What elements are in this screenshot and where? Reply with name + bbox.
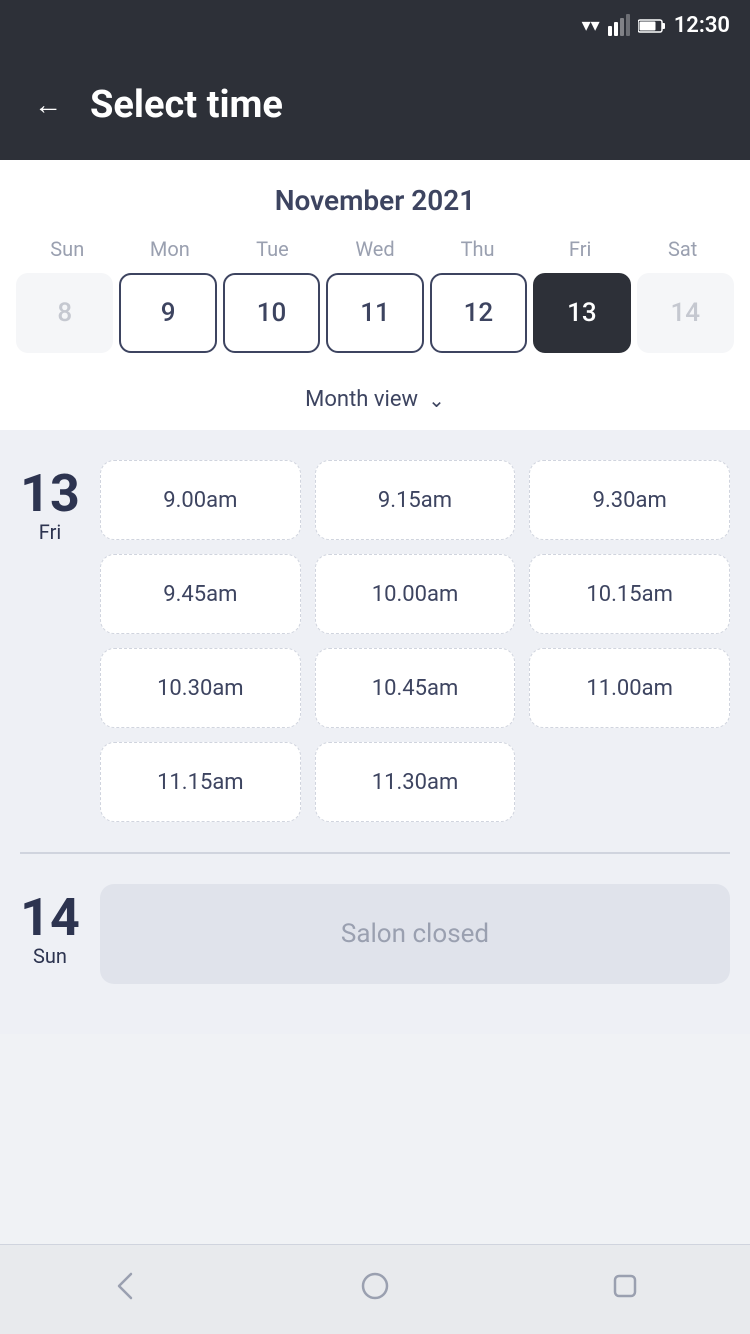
weekday-fri: Fri <box>529 237 632 261</box>
back-button[interactable]: ← <box>30 85 66 125</box>
weekday-thu: Thu <box>426 237 529 261</box>
time-slot-930am[interactable]: 9.30am <box>529 460 730 540</box>
recents-nav-button[interactable] <box>607 1268 643 1312</box>
date-9[interactable]: 9 <box>119 273 216 353</box>
time-slot-1045am[interactable]: 10.45am <box>315 648 516 728</box>
month-view-toggle[interactable]: Month view ⌄ <box>16 369 734 430</box>
status-bar: ▾▾ 12:30 <box>0 0 750 50</box>
time-slot-1115am[interactable]: 11.15am <box>100 742 301 822</box>
battery-icon <box>638 15 666 36</box>
time-slots-grid-13: 9.00am 9.15am 9.30am 9.45am 10.00am 10.1… <box>100 460 730 822</box>
day-name-14: Sun <box>33 944 67 968</box>
time-slot-1015am[interactable]: 10.15am <box>529 554 730 634</box>
header: ← Select time <box>0 50 750 160</box>
date-10[interactable]: 10 <box>223 273 320 353</box>
day-label-14: 14 Sun <box>20 884 80 984</box>
month-view-label: Month view <box>305 387 418 412</box>
day-number-14: 14 <box>20 892 80 944</box>
time-slot-915am[interactable]: 9.15am <box>315 460 516 540</box>
weekday-wed: Wed <box>324 237 427 261</box>
status-time: 12:30 <box>674 13 730 38</box>
date-12[interactable]: 12 <box>430 273 527 353</box>
signal-icon <box>608 14 630 36</box>
dates-row: 8 9 10 11 12 13 14 <box>16 273 734 353</box>
salon-closed-box: Salon closed <box>100 884 730 984</box>
salon-closed-label: Salon closed <box>341 919 489 949</box>
day-name-13: Fri <box>39 520 61 544</box>
month-title: November 2021 <box>16 184 734 217</box>
time-slot-1000am[interactable]: 10.00am <box>315 554 516 634</box>
day-number-13: 13 <box>20 468 80 520</box>
date-14[interactable]: 14 <box>637 273 734 353</box>
date-13[interactable]: 13 <box>533 273 630 353</box>
date-11[interactable]: 11 <box>326 273 423 353</box>
day-divider <box>20 852 730 854</box>
date-8[interactable]: 8 <box>16 273 113 353</box>
calendar-section: November 2021 Sun Mon Tue Wed Thu Fri Sa… <box>0 160 750 430</box>
time-slot-1130am[interactable]: 11.30am <box>315 742 516 822</box>
back-nav-button[interactable] <box>107 1268 143 1312</box>
status-icons: ▾▾ 12:30 <box>582 13 730 38</box>
time-slot-1030am[interactable]: 10.30am <box>100 648 301 728</box>
weekdays-row: Sun Mon Tue Wed Thu Fri Sat <box>16 237 734 261</box>
time-slot-900am[interactable]: 9.00am <box>100 460 301 540</box>
day-block-13: 13 Fri 9.00am 9.15am 9.30am 9.45am 10.00… <box>20 460 730 822</box>
day-label-13: 13 Fri <box>20 460 80 822</box>
home-nav-button[interactable] <box>357 1268 393 1312</box>
header-title: Select time <box>90 83 283 127</box>
day-block-14: 14 Sun Salon closed <box>20 884 730 984</box>
weekday-sat: Sat <box>631 237 734 261</box>
time-section: 13 Fri 9.00am 9.15am 9.30am 9.45am 10.00… <box>0 430 750 1034</box>
weekday-tue: Tue <box>221 237 324 261</box>
bottom-nav <box>0 1244 750 1334</box>
wifi-icon: ▾▾ <box>582 15 600 36</box>
weekday-sun: Sun <box>16 237 119 261</box>
time-slot-945am[interactable]: 9.45am <box>100 554 301 634</box>
time-slot-1100am[interactable]: 11.00am <box>529 648 730 728</box>
weekday-mon: Mon <box>119 237 222 261</box>
main-content: ▾▾ 12:30 ← Select time <box>0 0 750 1124</box>
chevron-down-icon: ⌄ <box>428 388 445 412</box>
